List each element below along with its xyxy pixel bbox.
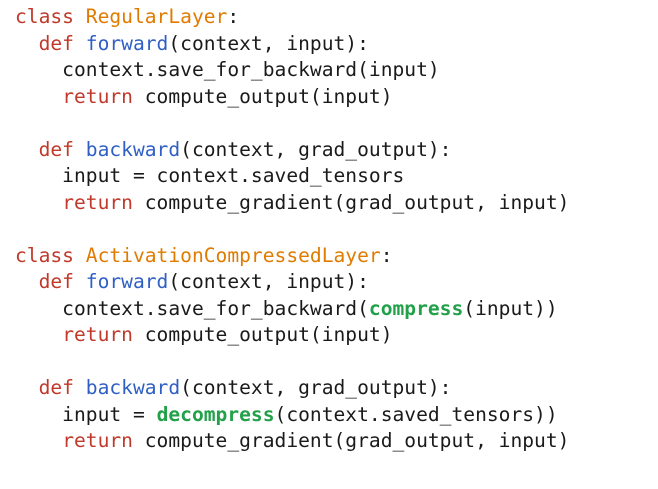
code-line: def forward(context, input): <box>15 31 569 58</box>
code-line: context.save_for_backward(compress(input… <box>15 296 569 323</box>
keyword-token: return <box>62 190 133 214</box>
function-name-token: forward <box>85 270 169 293</box>
code-token: (input)) <box>463 296 558 320</box>
keyword-token: return <box>62 429 133 452</box>
code-panel: class RegularLayer: def forward(context,… <box>0 0 658 489</box>
code-token: : <box>227 5 240 28</box>
code-line: return compute_gradient(grad_output, inp… <box>15 428 569 455</box>
code-line: def backward(context, grad_output): <box>15 375 569 402</box>
code-line: def forward(context, input): <box>15 269 569 296</box>
keyword-token: def <box>38 137 74 161</box>
code-token: (context, input): <box>168 270 369 293</box>
code-line: class ActivationCompressedLayer: <box>15 243 569 270</box>
code-block: class RegularLayer: def forward(context,… <box>15 4 569 455</box>
code-line: class RegularLayer: <box>15 4 569 31</box>
code-token: compute_output(input) <box>132 84 393 108</box>
keyword-token: def <box>38 270 74 293</box>
code-token: (context, grad_output): <box>180 376 452 399</box>
code-token: (context, grad_output): <box>180 137 452 161</box>
code-line: context.save_for_backward(input) <box>15 57 569 84</box>
function-name-token: backward <box>85 137 181 161</box>
highlight-token: decompress <box>156 402 275 426</box>
code-token: (context, input): <box>168 31 369 55</box>
code-line: return compute_output(input) <box>15 84 569 111</box>
keyword-token: return <box>62 84 133 108</box>
code-line: input = decompress(context.saved_tensors… <box>15 402 569 429</box>
keyword-token: class <box>15 5 74 28</box>
keyword-token: return <box>62 323 133 346</box>
highlight-token: compress <box>368 296 464 320</box>
code-line: return compute_output(input) <box>15 322 569 349</box>
keyword-token: def <box>38 31 74 55</box>
code-line: return compute_gradient(grad_output, inp… <box>15 190 569 217</box>
class-name-token: ActivationCompressedLayer <box>85 243 381 267</box>
code-token: context.save_for_backward( <box>15 296 369 320</box>
code-line: def backward(context, grad_output): <box>15 137 569 164</box>
code-token: compute_gradient(grad_output, input) <box>132 429 570 452</box>
code-token: input = <box>15 402 157 426</box>
code-token: context.save_for_backward(input) <box>15 58 440 81</box>
function-name-token: backward <box>85 376 181 399</box>
code-token: (context.saved_tensors)) <box>274 402 558 426</box>
keyword-token: def <box>38 376 74 399</box>
function-name-token: forward <box>85 31 169 55</box>
code-line: input = context.saved_tensors <box>15 163 569 190</box>
code-token: input = context.saved_tensors <box>15 164 405 187</box>
code-token: compute_gradient(grad_output, input) <box>132 190 570 214</box>
code-token: compute_output(input) <box>132 323 393 346</box>
class-name-token: RegularLayer <box>85 5 228 28</box>
code-token: : <box>380 243 393 267</box>
keyword-token: class <box>15 243 74 267</box>
